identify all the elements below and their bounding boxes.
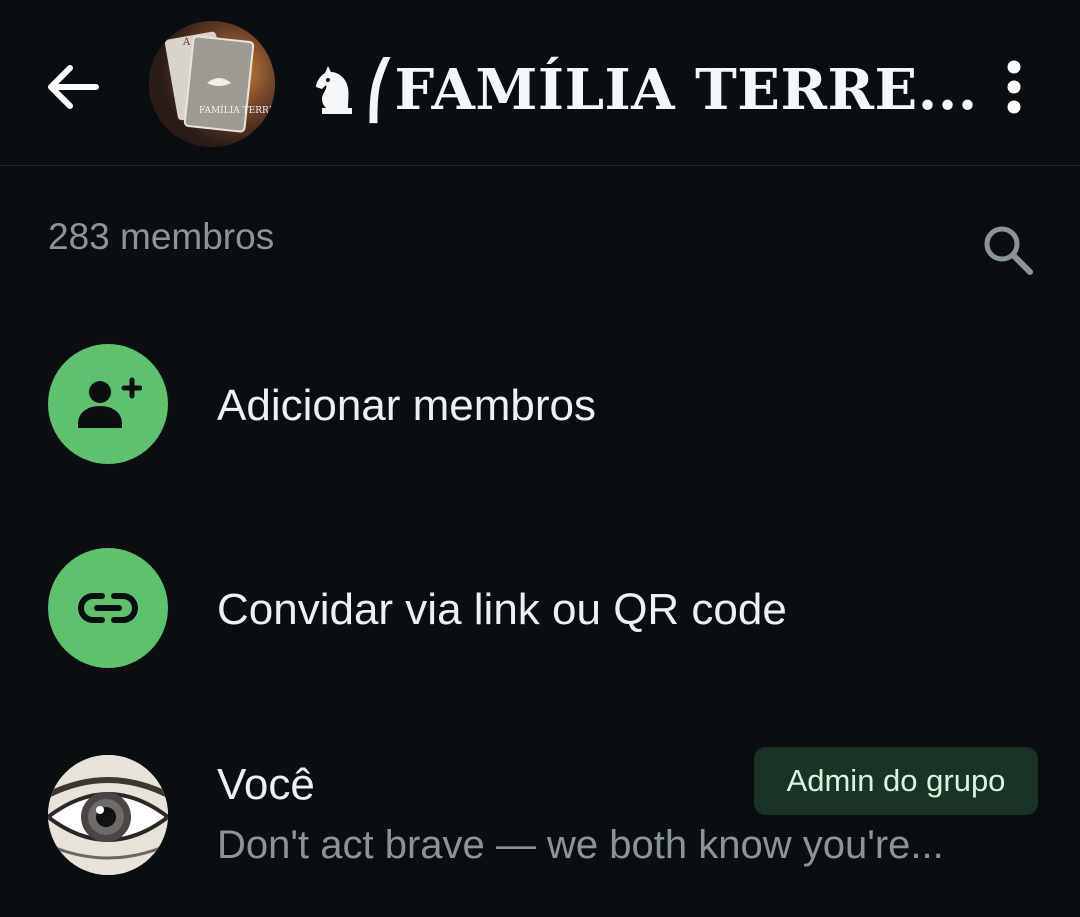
members-count: 283 membros bbox=[48, 216, 275, 257]
search-members-button[interactable] bbox=[976, 218, 1040, 282]
add-person-icon bbox=[48, 344, 168, 464]
group-title-text: ⎛FAMÍLIA TERRE... bbox=[366, 57, 978, 123]
group-avatar[interactable]: A FAMÍLIA TERREMOTO bbox=[149, 21, 275, 147]
header: A FAMÍLIA TERREMOTO ⎛FAMÍLIA TERRE... bbox=[0, 0, 1080, 166]
link-icon bbox=[48, 548, 168, 668]
more-options-button[interactable] bbox=[988, 52, 1040, 122]
avatar-caption: FAMÍLIA TERREMOTO bbox=[199, 104, 275, 116]
add-members-label: Adicionar membros bbox=[217, 381, 597, 430]
invite-link-label: Convidar via link ou QR code bbox=[217, 585, 787, 634]
group-title[interactable]: ⎛FAMÍLIA TERRE... bbox=[312, 55, 978, 125]
back-button[interactable] bbox=[38, 52, 108, 122]
knight-icon bbox=[316, 66, 352, 114]
arrow-left-icon bbox=[48, 65, 99, 109]
group-avatar-image: A FAMÍLIA TERREMOTO bbox=[149, 21, 275, 147]
invite-link-item[interactable]: Convidar via link ou QR code bbox=[0, 530, 1080, 690]
admin-badge: Admin do grupo bbox=[754, 747, 1038, 815]
eye-avatar bbox=[48, 755, 168, 875]
member-name: Você bbox=[217, 760, 315, 809]
more-vertical-icon bbox=[1007, 60, 1021, 114]
member-status: Don't act brave — we both know you're... bbox=[217, 823, 944, 867]
add-members-item[interactable]: Adicionar membros bbox=[0, 326, 1080, 486]
svg-text:A: A bbox=[182, 37, 191, 48]
search-icon bbox=[984, 226, 1033, 275]
